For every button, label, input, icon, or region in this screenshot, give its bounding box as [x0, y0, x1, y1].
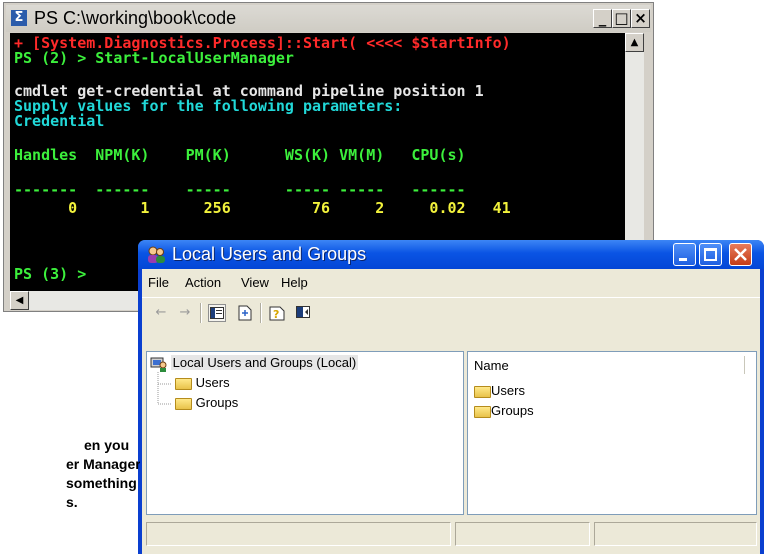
folder-icon	[175, 377, 192, 390]
window-title: Local Users and Groups	[172, 244, 367, 264]
status-panel	[594, 522, 757, 546]
powershell-title: PS C:\working\book\code	[34, 8, 237, 28]
column-header-name[interactable]: Name	[474, 358, 509, 373]
window-body: File Action View Help ← → ? Local Users …	[142, 269, 760, 554]
caption-line: s.	[66, 494, 78, 510]
menu-view[interactable]: View	[241, 275, 269, 290]
folder-icon	[175, 397, 192, 410]
list-header: Name	[468, 352, 756, 378]
maximize-button[interactable]	[699, 243, 722, 266]
properties-icon[interactable]	[294, 304, 312, 322]
powershell-titlebar[interactable]: Σ PS C:\working\book\code _ □ ×	[6, 5, 651, 32]
console-line: Handles NPM(K) PM(K) WS(K) VM(M) CPU(s)	[14, 146, 466, 164]
menu-help[interactable]: Help	[281, 275, 308, 290]
console-line: 0 1 256 76 2 0.02 41	[14, 199, 511, 217]
scroll-left-icon[interactable]: ◀	[10, 291, 29, 310]
maximize-button[interactable]: □	[612, 9, 631, 28]
toolbar-separator	[260, 303, 262, 323]
minimize-button[interactable]: _	[593, 9, 612, 28]
column-divider[interactable]	[744, 356, 745, 374]
tree-item-label: Users	[195, 375, 230, 390]
console-line: ------- ------ ----- ----- ----- ------	[14, 181, 466, 199]
back-arrow-icon[interactable]: ←	[152, 304, 170, 322]
svg-text:?: ?	[273, 308, 279, 321]
list-item[interactable]: Users	[474, 383, 525, 398]
users-groups-icon	[148, 246, 165, 263]
menu-bar: File Action View Help	[142, 269, 760, 295]
caption-fragment: en you er Manager something s.	[0, 436, 140, 512]
status-panel	[146, 522, 451, 546]
caption-line: en you	[84, 437, 130, 453]
close-button[interactable]	[729, 243, 752, 266]
help-icon[interactable]: ?	[268, 304, 286, 322]
tree-root-label: Local Users and Groups (Local)	[170, 355, 359, 370]
local-users-titlebar[interactable]: Local Users and Groups	[138, 240, 764, 269]
local-users-window: Local Users and Groups File Action View …	[138, 240, 764, 554]
toolbar-separator	[200, 303, 202, 323]
caption-line: something	[66, 475, 137, 491]
list-item[interactable]: Groups	[474, 403, 534, 418]
tree-item-users[interactable]: Users	[175, 375, 230, 390]
powershell-icon: Σ	[11, 10, 27, 26]
folder-icon	[474, 385, 491, 398]
list-pane[interactable]: Name Users Groups	[467, 351, 757, 515]
toolbar: ← → ?	[142, 297, 760, 328]
status-bar	[146, 519, 757, 549]
tree-item-groups[interactable]: Groups	[175, 395, 238, 410]
close-icon	[734, 248, 747, 261]
tree-pane[interactable]: Local Users and Groups (Local) Users Gro…	[146, 351, 464, 515]
show-hide-tree-icon[interactable]	[208, 304, 226, 322]
menu-action[interactable]: Action	[185, 275, 221, 290]
export-list-icon[interactable]	[236, 304, 254, 322]
list-item-label: Groups	[491, 403, 534, 418]
console-prompt: PS (3) >	[14, 265, 87, 283]
forward-arrow-icon[interactable]: →	[176, 304, 194, 322]
tree-root[interactable]: Local Users and Groups (Local)	[150, 355, 359, 372]
status-panel	[455, 522, 590, 546]
computer-users-icon	[150, 357, 167, 372]
console-line: Credential	[14, 112, 105, 130]
list-item-label: Users	[491, 383, 525, 398]
close-button[interactable]: ×	[631, 9, 650, 28]
caption-line: er Manager	[66, 456, 140, 472]
tree-item-label: Groups	[195, 395, 239, 410]
console-line: PS (2) > Start-LocalUserManager	[14, 49, 294, 67]
minimize-button[interactable]	[673, 243, 696, 266]
menu-file[interactable]: File	[148, 275, 169, 290]
scroll-up-icon[interactable]: ▲	[625, 33, 644, 52]
folder-icon	[474, 405, 491, 418]
